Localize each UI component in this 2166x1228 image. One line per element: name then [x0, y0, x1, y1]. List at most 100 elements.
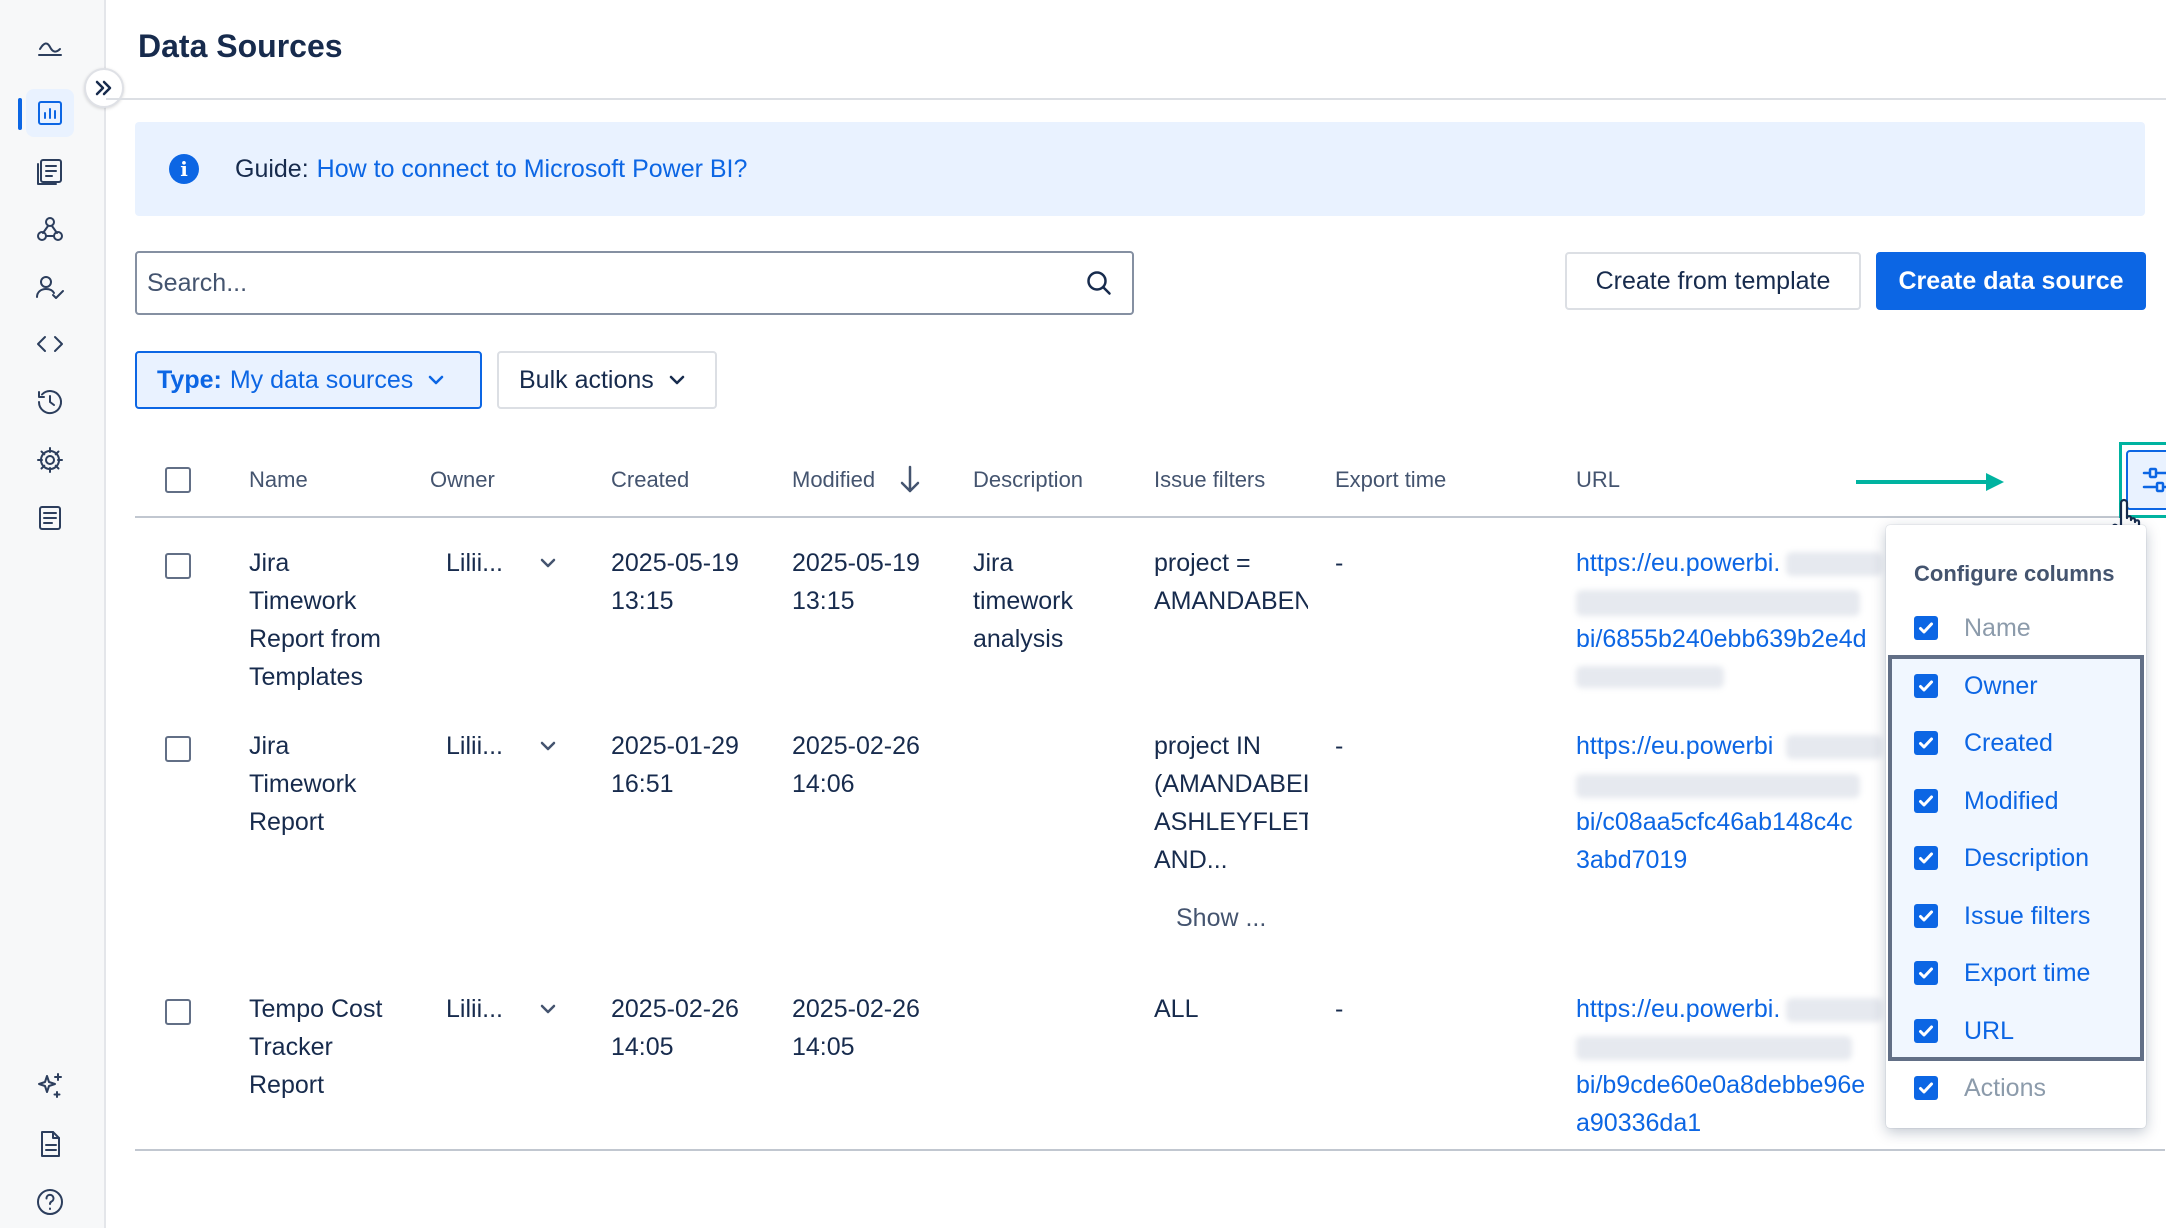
row-owner: Lilii...: [446, 995, 503, 1023]
column-toggle-label: Actions: [1964, 1073, 2046, 1102]
column-toggle-label: Created: [1964, 728, 2053, 757]
column-header-modified[interactable]: Modified: [792, 467, 875, 493]
guide-link[interactable]: How to connect to Microsoft Power BI?: [317, 155, 748, 184]
column-header-url[interactable]: URL: [1576, 467, 1620, 493]
column-toggle-label: Export time: [1964, 958, 2091, 987]
column-toggle-label: Name: [1964, 613, 2031, 642]
row-name[interactable]: Tempo Cost Tracker Report: [249, 990, 382, 1104]
sparkle-icon[interactable]: [26, 1062, 74, 1110]
column-toggle-export-time[interactable]: Export time: [1914, 953, 2090, 993]
info-icon: i: [169, 154, 199, 184]
type-filter-key: Type:: [157, 365, 222, 394]
webhook-icon[interactable]: [26, 205, 74, 253]
column-toggle-label: Description: [1964, 843, 2090, 872]
row-modified: 2025-02-26 14:05: [792, 995, 920, 1061]
select-all-checkbox[interactable]: [165, 467, 191, 493]
column-header-owner[interactable]: Owner: [430, 467, 495, 493]
column-toggle-issue-filters[interactable]: Issue filters: [1914, 896, 2090, 936]
expand-sidebar-button[interactable]: [84, 68, 124, 108]
user-check-icon[interactable]: [26, 263, 74, 311]
table-header-divider: [135, 516, 2165, 518]
file-text-icon[interactable]: [26, 494, 74, 542]
row-issue-filters: ALL: [1154, 995, 1199, 1023]
table-bottom-divider: [135, 1149, 2165, 1151]
column-header-issue-filters[interactable]: Issue filters: [1154, 467, 1265, 493]
checkbox-checked-icon: [1914, 1076, 1938, 1100]
row-checkbox[interactable]: [165, 999, 191, 1025]
column-header-created[interactable]: Created: [611, 467, 689, 493]
row-created: 2025-01-29 16:51: [611, 732, 739, 798]
row-modified: 2025-05-19 13:15: [792, 549, 920, 615]
type-filter-dropdown[interactable]: Type: My data sources: [135, 351, 482, 409]
double-chevron-right-icon: [95, 80, 112, 96]
column-toggle-label: URL: [1964, 1016, 2015, 1045]
active-indicator: [18, 98, 22, 130]
column-header-export-time[interactable]: Export time: [1335, 467, 1446, 493]
column-toggle-url[interactable]: URL: [1914, 1011, 2014, 1051]
row-owner: Lilii...: [446, 732, 503, 760]
search-box: [135, 251, 1134, 315]
column-toggle-description[interactable]: Description: [1914, 838, 2089, 878]
chevron-down-icon: [425, 369, 447, 391]
column-header-description[interactable]: Description: [973, 467, 1083, 493]
checkbox-checked-icon[interactable]: [1914, 731, 1938, 755]
search-input[interactable]: [137, 253, 1037, 313]
checkbox-checked-icon[interactable]: [1914, 1019, 1938, 1043]
redacted-url-part: [1576, 774, 1860, 798]
row-created: 2025-05-19 13:15: [611, 549, 739, 615]
checkbox-checked-icon: [1914, 616, 1938, 640]
type-filter-value: My data sources: [229, 365, 414, 394]
home-icon[interactable]: [26, 25, 74, 73]
row-checkbox[interactable]: [165, 736, 191, 762]
row-export-time: -: [1335, 995, 1344, 1023]
row-modified: 2025-02-26 14:06: [792, 732, 920, 798]
column-toggle-owner[interactable]: Owner: [1914, 666, 2038, 706]
row-owner: Lilii...: [446, 549, 503, 577]
row-name[interactable]: Jira Timework Report: [249, 727, 356, 841]
redacted-url-part: [1786, 552, 1882, 576]
document-list-icon[interactable]: [26, 147, 74, 195]
file-icon[interactable]: [26, 1120, 74, 1168]
row-description: Jira timework analysis: [973, 549, 1074, 653]
chevron-down-icon[interactable]: [537, 998, 559, 1020]
guide-label: Guide:: [235, 154, 309, 183]
redacted-url-part: [1786, 998, 1882, 1022]
history-icon[interactable]: [26, 378, 74, 426]
search-icon[interactable]: [1084, 268, 1114, 298]
checkbox-checked-icon[interactable]: [1914, 674, 1938, 698]
sidebar: [0, 0, 106, 1228]
guide-banner: i Guide: How to connect to Microsoft Pow…: [135, 122, 2145, 216]
redacted-url-part: [1576, 590, 1860, 616]
row-issue-filters: project IN (AMANDABEI ASHLEYFLET AND...: [1154, 732, 1308, 874]
create-from-template-button[interactable]: Create from template: [1565, 252, 1861, 310]
checkbox-checked-icon[interactable]: [1914, 904, 1938, 928]
column-toggle-label: Issue filters: [1964, 901, 2091, 930]
row-name[interactable]: Jira Timework Report from Templates: [249, 544, 381, 696]
column-toggle-created[interactable]: Created: [1914, 723, 2053, 763]
checkbox-checked-icon[interactable]: [1914, 789, 1938, 813]
row-issue-filters: project = AMANDABEN: [1154, 549, 1308, 615]
bar-chart-icon[interactable]: [26, 89, 74, 137]
row-checkbox[interactable]: [165, 553, 191, 579]
redacted-url-part: [1576, 1036, 1852, 1060]
create-data-source-button[interactable]: Create data source: [1876, 252, 2146, 310]
gear-icon[interactable]: [26, 436, 74, 484]
row-export-time: -: [1335, 549, 1344, 577]
bulk-actions-dropdown[interactable]: Bulk actions: [497, 351, 717, 409]
column-toggle-name: Name: [1914, 608, 2031, 648]
checkbox-checked-icon[interactable]: [1914, 846, 1938, 870]
column-header-name[interactable]: Name: [249, 467, 308, 493]
chevron-down-icon[interactable]: [537, 735, 559, 757]
help-icon[interactable]: [26, 1178, 74, 1226]
annotation-arrow-icon: [1856, 473, 2004, 491]
row-export-time: -: [1335, 732, 1344, 760]
checkbox-checked-icon[interactable]: [1914, 961, 1938, 985]
redacted-url-part: [1786, 735, 1882, 759]
chevron-down-icon[interactable]: [537, 552, 559, 574]
show-more-link[interactable]: Show ...: [1176, 904, 1266, 933]
sort-descending-icon[interactable]: [896, 464, 924, 494]
code-icon[interactable]: [26, 320, 74, 368]
column-toggle-modified[interactable]: Modified: [1914, 781, 2059, 821]
sliders-icon: [2142, 467, 2166, 493]
bulk-actions-label: Bulk actions: [519, 365, 654, 394]
